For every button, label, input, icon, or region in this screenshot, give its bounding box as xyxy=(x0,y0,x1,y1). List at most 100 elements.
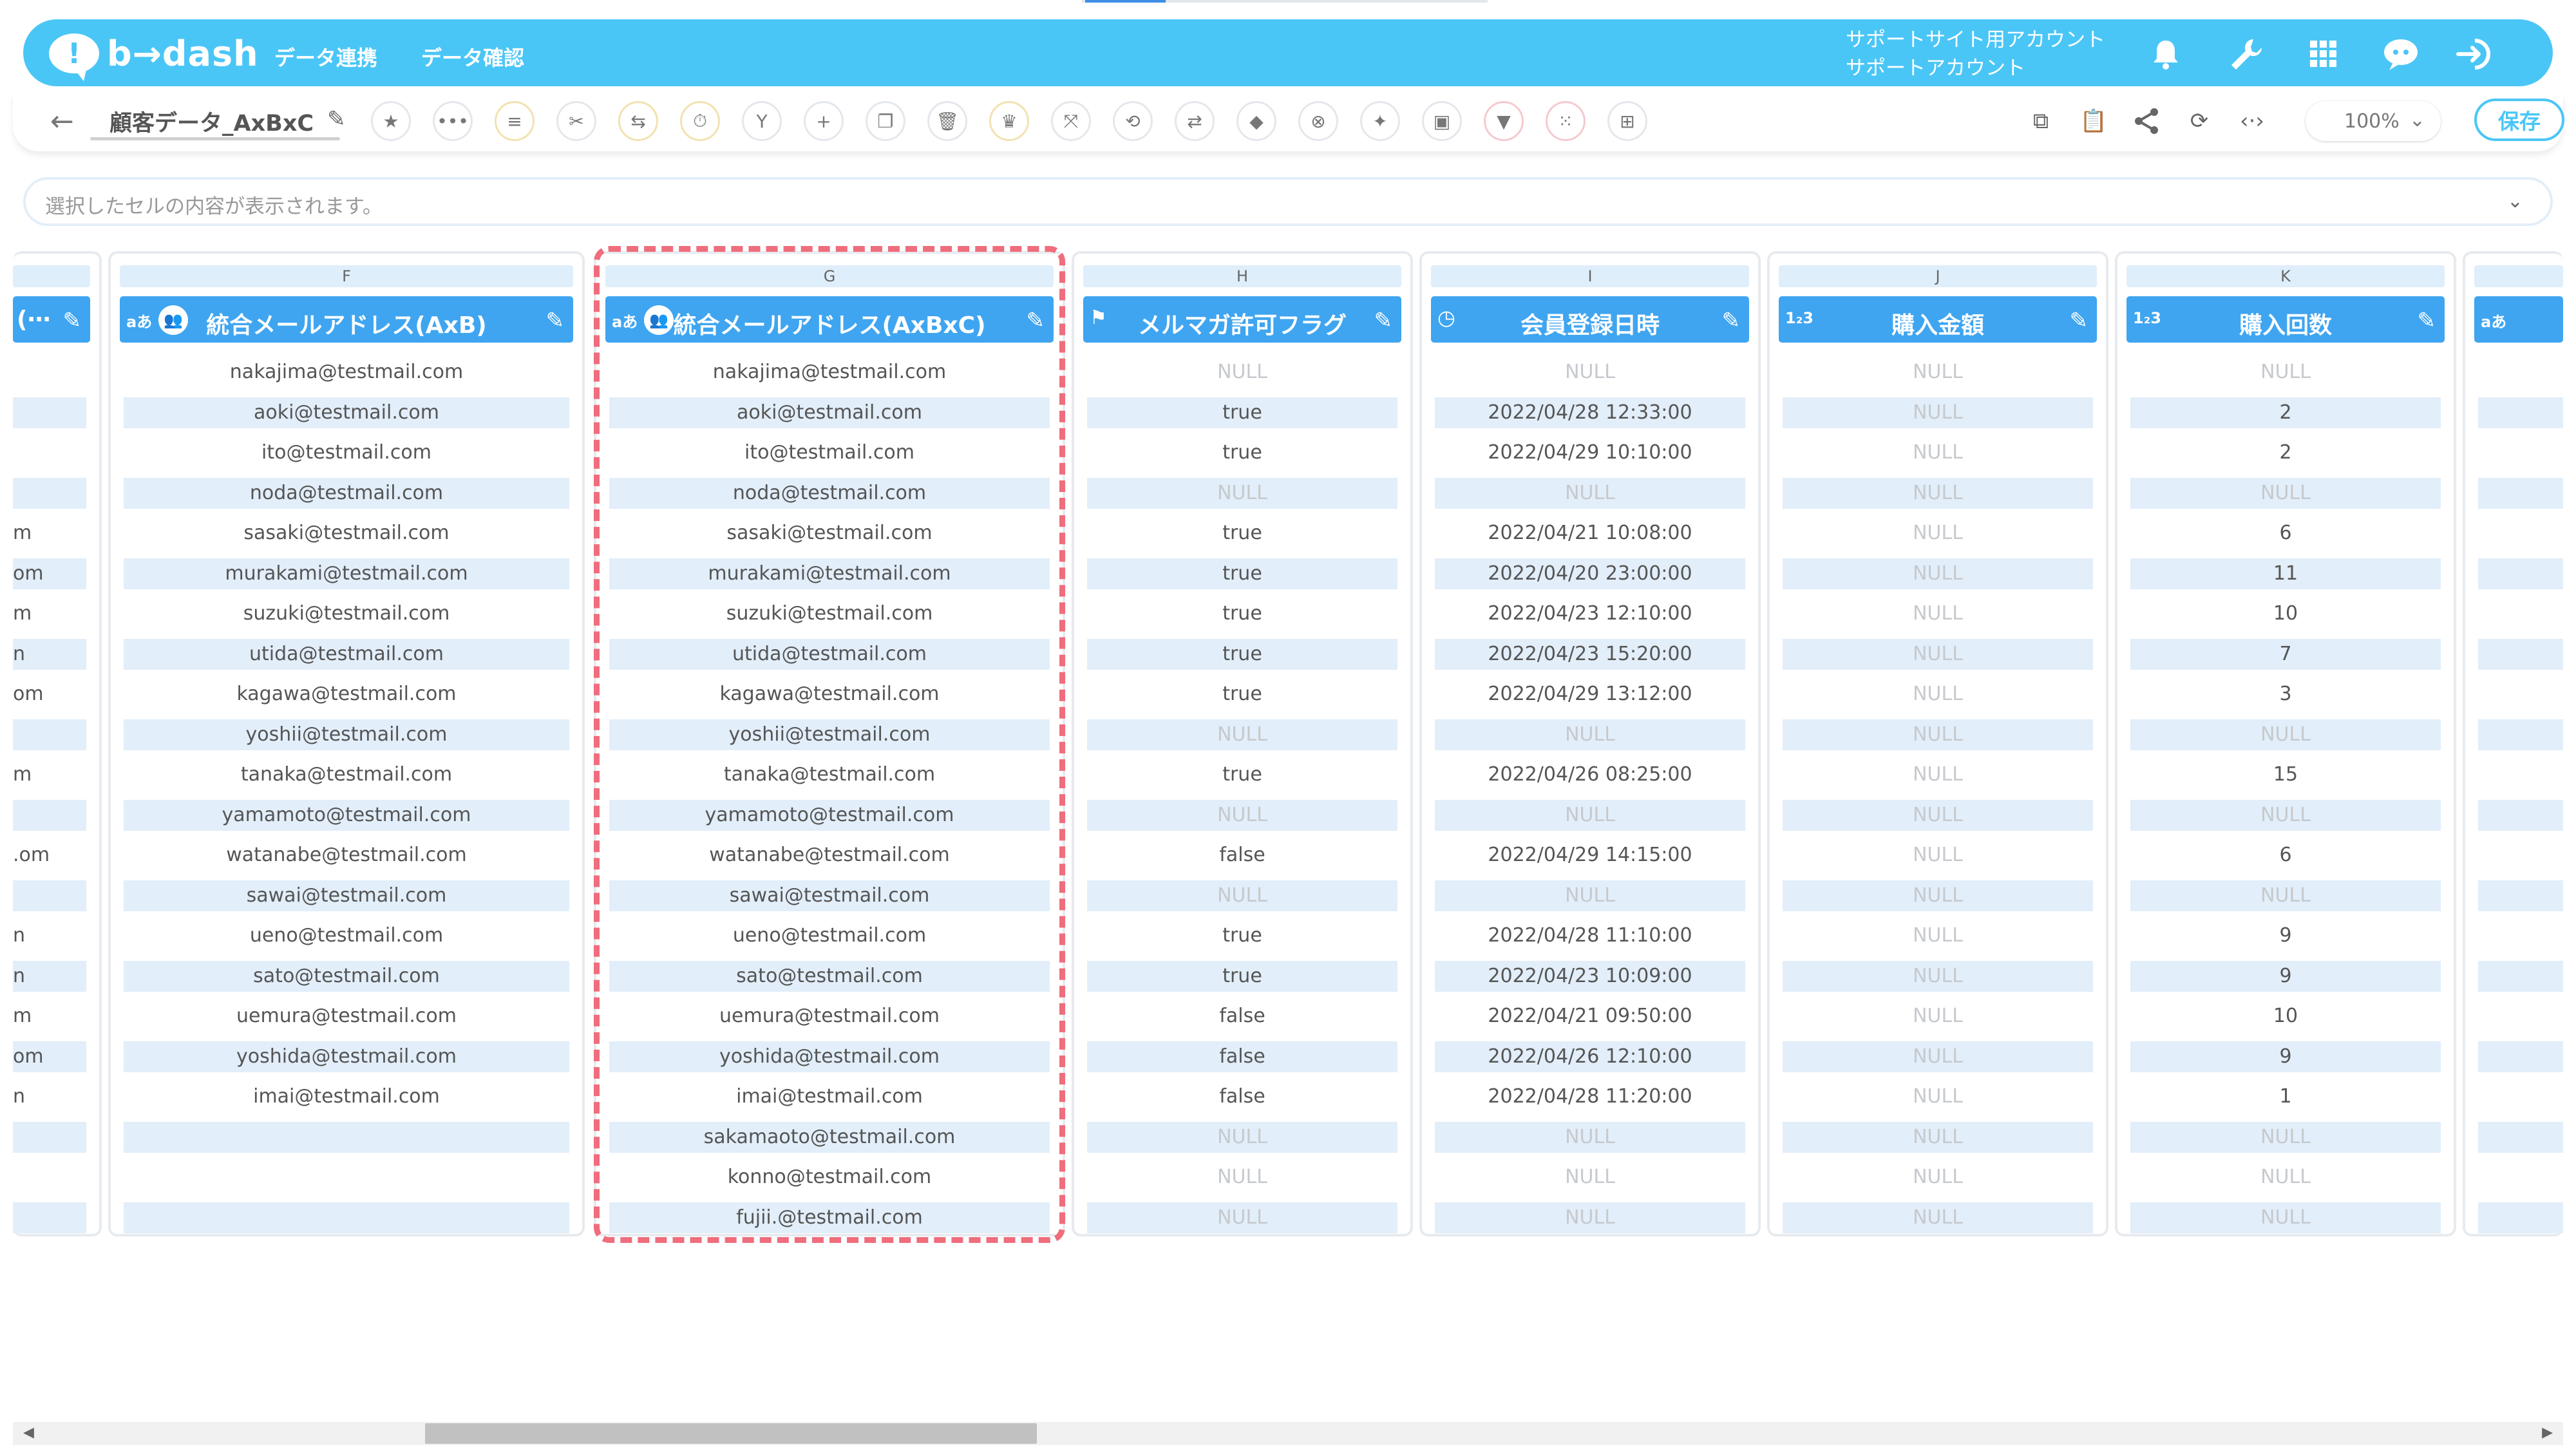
table-cell[interactable]: 6 xyxy=(2130,840,2441,871)
table-cell[interactable] xyxy=(2478,880,2563,911)
table-cell[interactable]: NULL xyxy=(2130,1202,2441,1233)
table-cell[interactable]: utida@testmail.com xyxy=(609,638,1050,670)
crown-icon[interactable]: ♛ xyxy=(989,101,1029,141)
table-cell[interactable]: NULL xyxy=(1087,357,1397,388)
table-cell[interactable]: 6 xyxy=(2130,518,2441,549)
table-cell[interactable]: NULL xyxy=(1087,1162,1397,1193)
star-icon[interactable]: ★ xyxy=(371,101,411,141)
support-chat-icon[interactable] xyxy=(2380,33,2421,75)
table-cell[interactable]: false xyxy=(1087,1041,1397,1072)
rename-pencil-icon[interactable]: ✎ xyxy=(327,106,346,132)
table-cell[interactable] xyxy=(13,1202,86,1233)
account-info[interactable]: サポートサイト用アカウント サポートアカウント xyxy=(1846,26,2105,82)
table-cell[interactable] xyxy=(13,880,86,911)
table-cell[interactable]: NULL xyxy=(2130,357,2441,388)
table-cell[interactable]: NULL xyxy=(1783,880,2093,911)
table-cell[interactable]: false xyxy=(1087,840,1397,871)
column-letter[interactable]: G xyxy=(605,265,1054,287)
table-cell[interactable]: true xyxy=(1087,558,1397,589)
table-cell[interactable]: NULL xyxy=(1783,759,2093,790)
table-cell[interactable] xyxy=(2478,477,2563,509)
table-cell[interactable] xyxy=(13,357,86,388)
merge-icon[interactable]: ⇆ xyxy=(618,101,658,141)
table-cell[interactable]: n xyxy=(13,960,86,992)
table-cell[interactable]: nakajima@testmail.com xyxy=(609,357,1050,388)
table-cell[interactable]: sawai@testmail.com xyxy=(609,880,1050,911)
table-cell[interactable]: NULL xyxy=(1783,518,2093,549)
table-cell[interactable]: 2022/04/21 09:50:00 xyxy=(1435,1001,1745,1032)
table-cell[interactable]: 2022/04/29 10:10:00 xyxy=(1435,437,1745,468)
table-cell[interactable] xyxy=(13,1121,86,1153)
table-cell[interactable]: uemura@testmail.com xyxy=(124,1001,569,1032)
table-cell[interactable]: NULL xyxy=(1435,880,1745,911)
table-cell[interactable]: 15 xyxy=(2130,759,2441,790)
table-cell[interactable]: 10 xyxy=(2130,1001,2441,1032)
table-cell[interactable] xyxy=(2478,799,2563,831)
trash-icon[interactable]: 🗑 xyxy=(927,101,967,141)
column-letter[interactable] xyxy=(2474,265,2563,287)
bell-icon[interactable] xyxy=(2145,33,2186,75)
table-cell[interactable]: 11 xyxy=(2130,558,2441,589)
table-cell[interactable]: uemura@testmail.com xyxy=(609,1001,1050,1032)
table-cell[interactable]: tanaka@testmail.com xyxy=(124,759,569,790)
horizontal-scrollbar[interactable]: ◀ ▶ xyxy=(13,1422,2563,1445)
table-cell[interactable]: watanabe@testmail.com xyxy=(609,840,1050,871)
table-cell[interactable] xyxy=(2478,719,2563,750)
table-cell[interactable]: NULL xyxy=(1783,397,2093,428)
table-cell[interactable] xyxy=(124,1202,569,1233)
zoom-select[interactable]: 100% ⌄ xyxy=(2306,101,2441,141)
table-cell[interactable]: 3 xyxy=(2130,679,2441,710)
copy-icon[interactable]: ❐ xyxy=(866,101,905,141)
table-cell[interactable] xyxy=(13,799,86,831)
table-cell[interactable]: n xyxy=(13,920,86,951)
table-cell[interactable]: 2022/04/23 15:20:00 xyxy=(1435,638,1745,670)
table-cell[interactable]: NULL xyxy=(1087,880,1397,911)
pencil-icon[interactable]: ✎ xyxy=(2418,308,2436,334)
table-cell[interactable] xyxy=(2478,558,2563,589)
table-cell[interactable] xyxy=(13,397,86,428)
table-cell[interactable] xyxy=(2478,1081,2563,1112)
table-cell[interactable] xyxy=(2478,357,2563,388)
table-cell[interactable]: NULL xyxy=(1435,357,1745,388)
table-cell[interactable] xyxy=(2478,1162,2563,1193)
branch-icon[interactable]: Y xyxy=(742,101,782,141)
table-cell[interactable]: NULL xyxy=(1783,558,2093,589)
table-cell[interactable]: imai@testmail.com xyxy=(124,1081,569,1112)
pencil-icon[interactable]: ✎ xyxy=(63,308,82,334)
table-cell[interactable]: 2022/04/28 11:10:00 xyxy=(1435,920,1745,951)
repeat-icon[interactable]: ⟲ xyxy=(1113,101,1153,141)
table-cell[interactable]: NULL xyxy=(1435,799,1745,831)
table-cell[interactable]: NULL xyxy=(1783,840,2093,871)
table-cell[interactable]: utida@testmail.com xyxy=(124,638,569,670)
flow-icon[interactable]: ⧉ xyxy=(2021,101,2061,141)
table-cell[interactable]: om xyxy=(13,679,86,710)
table-cell[interactable]: sasaki@testmail.com xyxy=(609,518,1050,549)
pencil-icon[interactable]: ✎ xyxy=(1722,308,1741,334)
wrench-icon[interactable] xyxy=(2226,33,2267,75)
table-cell[interactable]: sasaki@testmail.com xyxy=(124,518,569,549)
table-cell[interactable] xyxy=(13,719,86,750)
table-cell[interactable]: n xyxy=(13,1081,86,1112)
table-cell[interactable]: yamamoto@testmail.com xyxy=(124,799,569,831)
clipboard-icon[interactable]: 📋 xyxy=(2074,101,2114,141)
table-cell[interactable]: watanabe@testmail.com xyxy=(124,840,569,871)
frame-icon[interactable]: ▣ xyxy=(1422,101,1462,141)
scroll-left-arrow-icon[interactable]: ◀ xyxy=(23,1425,34,1441)
table-cell[interactable]: ito@testmail.com xyxy=(609,437,1050,468)
table-cell[interactable]: 7 xyxy=(2130,638,2441,670)
table-cell[interactable]: om xyxy=(13,1041,86,1072)
table-cell[interactable]: n xyxy=(13,638,86,670)
table-cell[interactable]: NULL xyxy=(1435,1162,1745,1193)
table-cell[interactable]: 2022/04/23 10:09:00 xyxy=(1435,960,1745,992)
table-cell[interactable]: NULL xyxy=(1435,719,1745,750)
pencil-icon[interactable]: ✎ xyxy=(2070,308,2088,334)
table-cell[interactable]: true xyxy=(1087,518,1397,549)
bag-icon[interactable]: ◆ xyxy=(1236,101,1276,141)
table-cell[interactable]: 2022/04/29 14:15:00 xyxy=(1435,840,1745,871)
code-icon[interactable]: ‹·› xyxy=(2232,101,2272,141)
table-cell[interactable]: true xyxy=(1087,759,1397,790)
close-circle-icon[interactable]: ⊗ xyxy=(1298,101,1338,141)
table-cell[interactable] xyxy=(124,1162,569,1193)
nav-data-integration[interactable]: データ連携 xyxy=(274,42,377,71)
table-cell[interactable]: NULL xyxy=(1783,1162,2093,1193)
